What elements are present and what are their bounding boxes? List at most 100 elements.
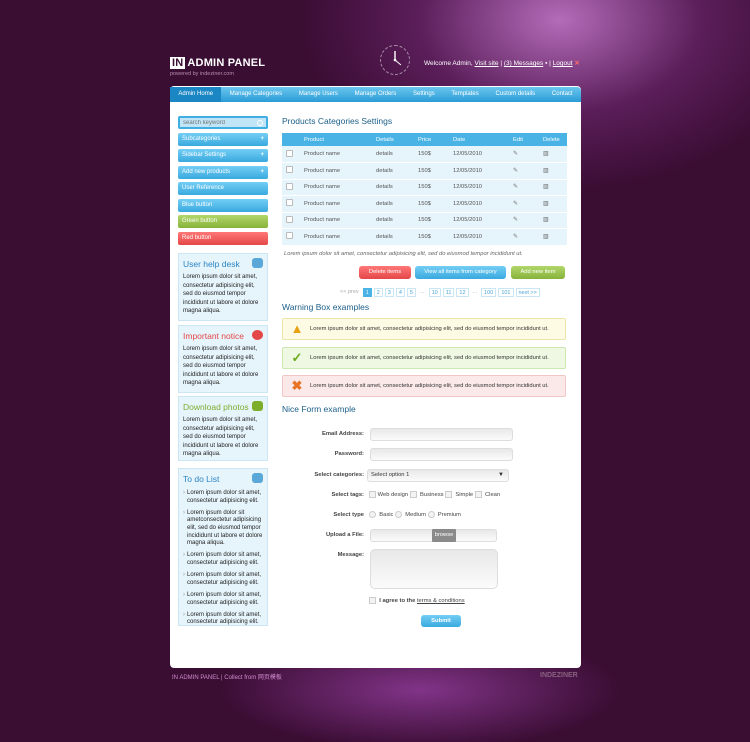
help-desk-title: User help desk: [183, 258, 263, 269]
search-icon[interactable]: [257, 119, 263, 126]
next-page-link[interactable]: next >>: [515, 288, 540, 297]
prev-page-link[interactable]: << prev: [338, 288, 361, 297]
type-radio[interactable]: [427, 511, 435, 518]
tag-option-label: Simple: [455, 492, 474, 499]
messages-link[interactable]: (3) Messages: [504, 60, 543, 67]
edit-cell: ✎: [509, 179, 539, 196]
nav-manage-users[interactable]: Manage Users: [291, 87, 347, 102]
success-text: Lorem ipsum dolor sit amet, consectetur …: [310, 355, 549, 361]
cell-product: Product name: [300, 212, 372, 229]
user-reference-button[interactable]: User Reference: [178, 182, 268, 195]
edit-icon[interactable]: ✎: [513, 184, 518, 190]
trash-icon[interactable]: ▥: [543, 234, 548, 240]
page-link[interactable]: 1: [362, 288, 372, 297]
type-option-label: Medium: [405, 512, 426, 519]
trash-icon[interactable]: ▥: [543, 217, 548, 223]
red-button[interactable]: Red button: [178, 231, 268, 245]
nav-settings[interactable]: Settings: [405, 87, 443, 102]
tag-checkbox[interactable]: [409, 491, 417, 498]
tag-option-label: Business: [420, 492, 444, 499]
row-checkbox[interactable]: [286, 199, 293, 207]
password-field[interactable]: [370, 448, 513, 461]
todo-box: To do List Lorem ipsum dolor sit amet, c…: [178, 468, 268, 626]
delete-cell: ▥: [539, 162, 567, 180]
pagination: << prev 1 2 3 4 5 ... 10 11 12 ... 100 1…: [338, 288, 540, 297]
trash-icon[interactable]: ▥: [543, 184, 548, 190]
nav-contact[interactable]: Contact: [544, 87, 581, 102]
todo-title-text: To do List: [183, 474, 220, 484]
footer-brand: INDEZINER: [540, 672, 578, 679]
nav-manage-categories[interactable]: Manage Categories: [221, 87, 290, 102]
edit-icon[interactable]: ✎: [513, 168, 518, 174]
nav-custom-details[interactable]: Custom details: [487, 87, 543, 102]
help-desk-text: Lorem ipsum dolor sit amet, consectetur …: [183, 274, 259, 315]
email-field[interactable]: [370, 428, 513, 441]
page-link[interactable]: 11: [442, 288, 455, 297]
logo: IN ADMIN PANEL: [170, 57, 265, 69]
plus-icon: +: [260, 135, 264, 142]
edit-icon[interactable]: ✎: [513, 217, 518, 223]
search-input[interactable]: [183, 119, 253, 126]
terms-link[interactable]: terms & conditions: [417, 598, 465, 604]
row-checkbox[interactable]: [286, 166, 293, 174]
edit-icon[interactable]: ✎: [513, 201, 518, 207]
browse-button[interactable]: browse: [432, 529, 456, 542]
nav-manage-orders[interactable]: Manage Orders: [346, 87, 404, 102]
sidebar: Subcategories + Sidebar Settings + Add new…: [178, 116, 268, 245]
row-checkbox[interactable]: [286, 182, 293, 190]
edit-cell: ✎: [509, 162, 539, 180]
row-checkbox[interactable]: [286, 149, 293, 157]
message-textarea[interactable]: [370, 549, 498, 589]
cell-date: 12/05/2010: [449, 228, 509, 246]
logout-link[interactable]: Logout: [553, 60, 573, 67]
tag-checkbox[interactable]: [474, 491, 482, 498]
row-checkbox[interactable]: [286, 215, 293, 223]
green-button[interactable]: Green button: [178, 215, 268, 228]
page-link[interactable]: 4: [395, 288, 405, 297]
add-new-item-button[interactable]: Add new item: [511, 266, 565, 279]
list-item: Lorem ipsum dolor sit ametconsectetur ad…: [183, 510, 263, 548]
type-radio[interactable]: [395, 511, 403, 518]
notice-text: Lorem ipsum dolor sit amet, consectetur …: [183, 346, 259, 387]
download-title-text: Download photos: [183, 402, 249, 412]
type-radio[interactable]: [369, 511, 376, 518]
category-select[interactable]: Select option 1 ▼: [367, 469, 509, 482]
trash-icon[interactable]: ▥: [543, 168, 548, 174]
page-link[interactable]: 2: [373, 288, 383, 297]
footer-text: IN ADMIN PANEL | Collect from 网页模板: [172, 675, 282, 681]
agree-text: I agree to the: [379, 598, 416, 605]
page-link[interactable]: 101: [498, 288, 514, 297]
edit-cell: ✎: [509, 146, 539, 163]
products-title: Products Categories Settings: [282, 116, 393, 126]
visit-site-link[interactable]: Visit site: [474, 60, 498, 67]
nav-admin-home[interactable]: Admin Home: [170, 87, 222, 102]
row-checkbox[interactable]: [286, 232, 293, 240]
sidebar-settings-button[interactable]: Sidebar Settings +: [178, 149, 268, 162]
page-link[interactable]: 12: [456, 288, 469, 297]
notice-title: Important notice: [183, 330, 263, 341]
view-all-items-button[interactable]: View all items from category: [415, 266, 506, 279]
nav-templates[interactable]: Templates: [443, 87, 487, 102]
trash-icon[interactable]: ▥: [543, 151, 548, 157]
edit-icon[interactable]: ✎: [513, 234, 518, 240]
tag-checkbox[interactable]: [445, 491, 453, 498]
page-link[interactable]: 10: [428, 288, 441, 297]
delete-items-button[interactable]: Delete items: [359, 266, 411, 279]
cell-product: Product name: [300, 162, 372, 180]
edit-icon[interactable]: ✎: [513, 151, 518, 157]
warning-box: ▲ Lorem ipsum dolor sit amet, consectetur…: [282, 318, 566, 340]
page-link[interactable]: 100: [481, 288, 497, 297]
help-desk-title-text: User help desk: [183, 259, 240, 269]
blue-button[interactable]: Blue button: [178, 198, 268, 212]
page-link[interactable]: 5: [406, 288, 416, 297]
add-new-products-button[interactable]: Add new products +: [178, 165, 268, 179]
tag-checkbox[interactable]: [369, 491, 376, 498]
notice-title-text: Important notice: [183, 331, 244, 341]
cell-details: details: [372, 179, 414, 196]
agree-checkbox[interactable]: [369, 597, 376, 604]
page-link[interactable]: 3: [384, 288, 394, 297]
subcategories-button[interactable]: Subcategories +: [178, 132, 268, 146]
ellipsis: ...: [419, 289, 425, 295]
trash-icon[interactable]: ▥: [543, 201, 548, 207]
submit-button[interactable]: Submit: [421, 615, 461, 627]
